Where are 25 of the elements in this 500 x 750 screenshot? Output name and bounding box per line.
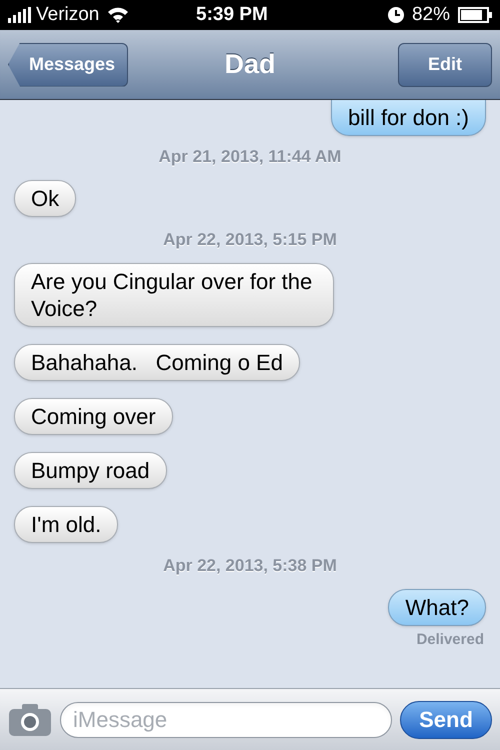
- back-button[interactable]: Messages: [8, 42, 128, 86]
- timestamp: Apr 22, 2013, 5:38 PM: [163, 556, 337, 576]
- sent-message-bubble: What?: [388, 589, 486, 626]
- camera-icon[interactable]: [8, 702, 52, 736]
- received-message-bubble: Coming over: [14, 398, 173, 435]
- received-message-bubble: Are you Cingular over for the Voice?: [14, 263, 334, 327]
- conversation-title: Dad: [224, 48, 276, 82]
- message-input[interactable]: iMessage: [60, 702, 392, 738]
- received-message-bubble: Ok: [14, 180, 76, 217]
- edit-button[interactable]: Edit: [398, 42, 492, 86]
- clock-icon: [388, 7, 404, 23]
- clock-time: 5:39 PM: [196, 2, 268, 27]
- signal-icon: [8, 7, 32, 23]
- carrier-name: Verizon: [36, 2, 100, 27]
- send-button[interactable]: Send: [400, 700, 492, 738]
- timestamp: Apr 21, 2013, 11:44 AM: [158, 147, 342, 167]
- received-message-bubble: I'm old.: [14, 506, 118, 543]
- battery-percent: 82%: [412, 2, 450, 27]
- battery-icon: [458, 7, 492, 23]
- timestamp: Apr 22, 2013, 5:15 PM: [163, 230, 337, 250]
- received-message-bubble: Bumpy road: [14, 452, 167, 489]
- received-message-bubble: Bahahaha. Coming o Ed: [14, 344, 300, 381]
- sent-message-bubble: bill for don :): [330, 100, 486, 136]
- wifi-icon: [107, 7, 130, 23]
- delivery-status: Delivered: [416, 631, 484, 649]
